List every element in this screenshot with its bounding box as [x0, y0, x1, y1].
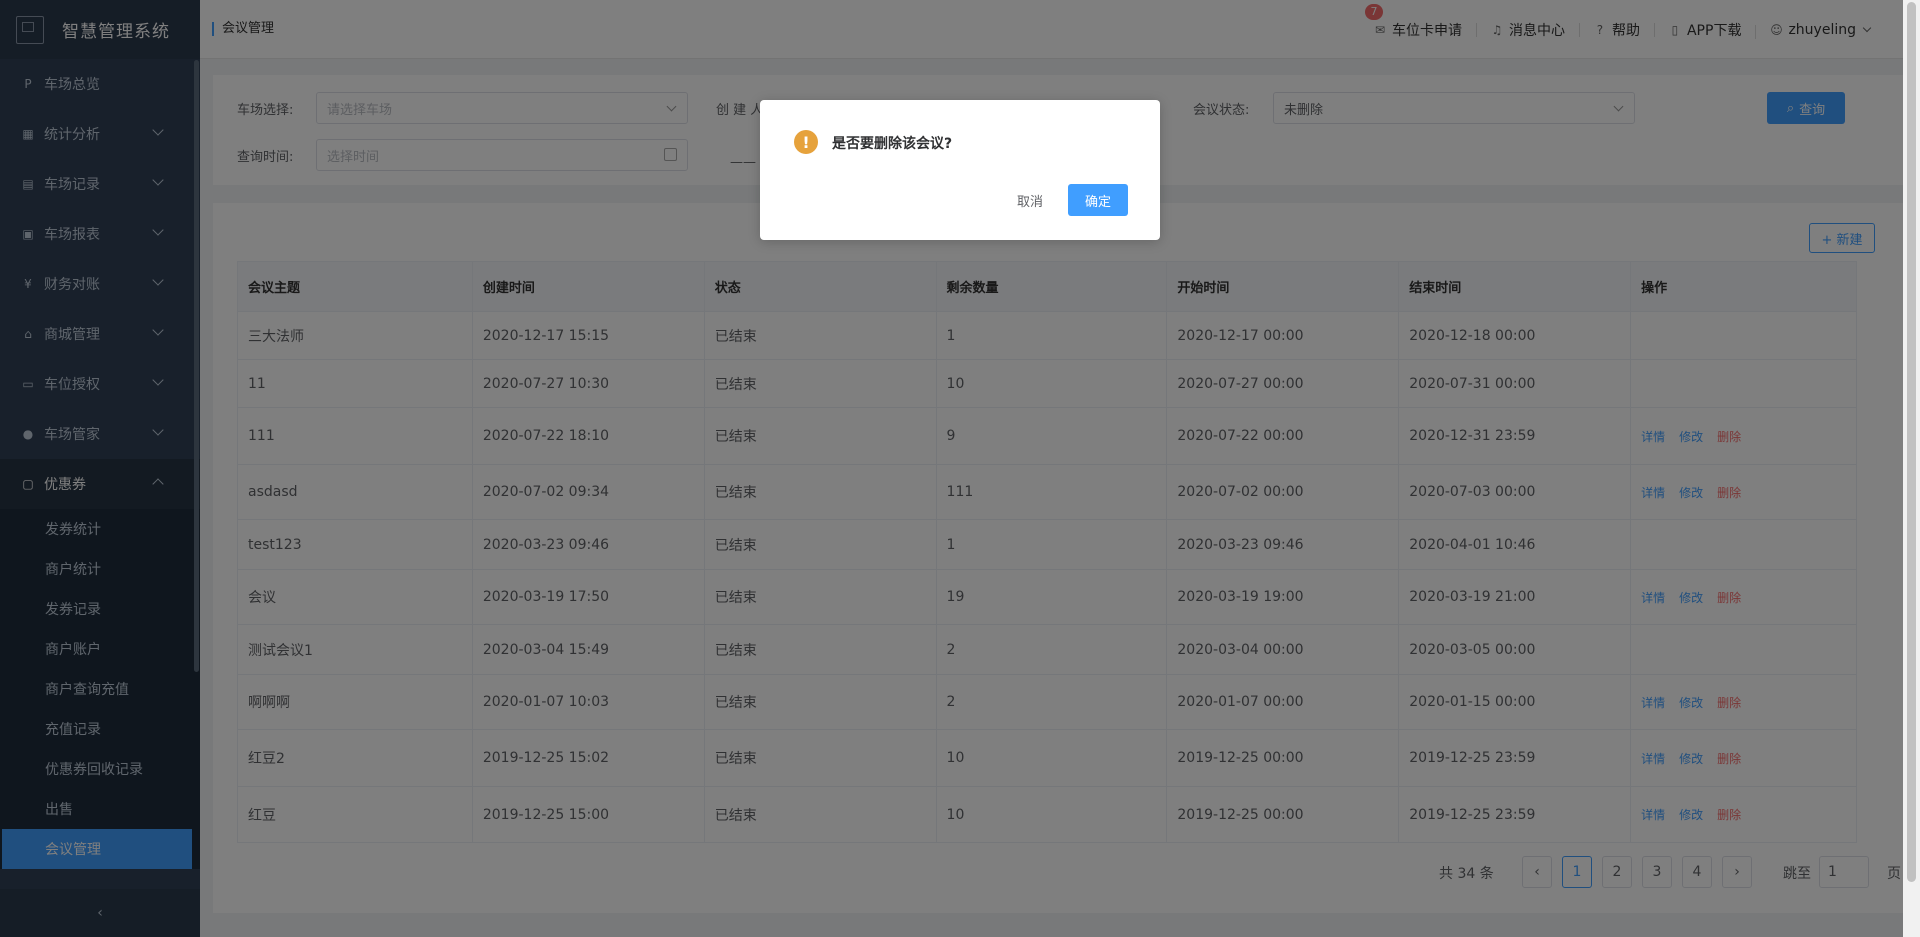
confirm-button[interactable]: 确定: [1068, 184, 1128, 216]
warning-icon: !: [794, 130, 818, 154]
page-scrollbar-thumb[interactable]: [1907, 2, 1916, 882]
page-scrollbar[interactable]: [1903, 0, 1920, 937]
dialog-message: 是否要删除该会议?: [832, 136, 953, 152]
cancel-button[interactable]: 取消: [1000, 184, 1060, 216]
confirm-delete-dialog: ! 是否要删除该会议? 取消 确定: [760, 100, 1160, 240]
